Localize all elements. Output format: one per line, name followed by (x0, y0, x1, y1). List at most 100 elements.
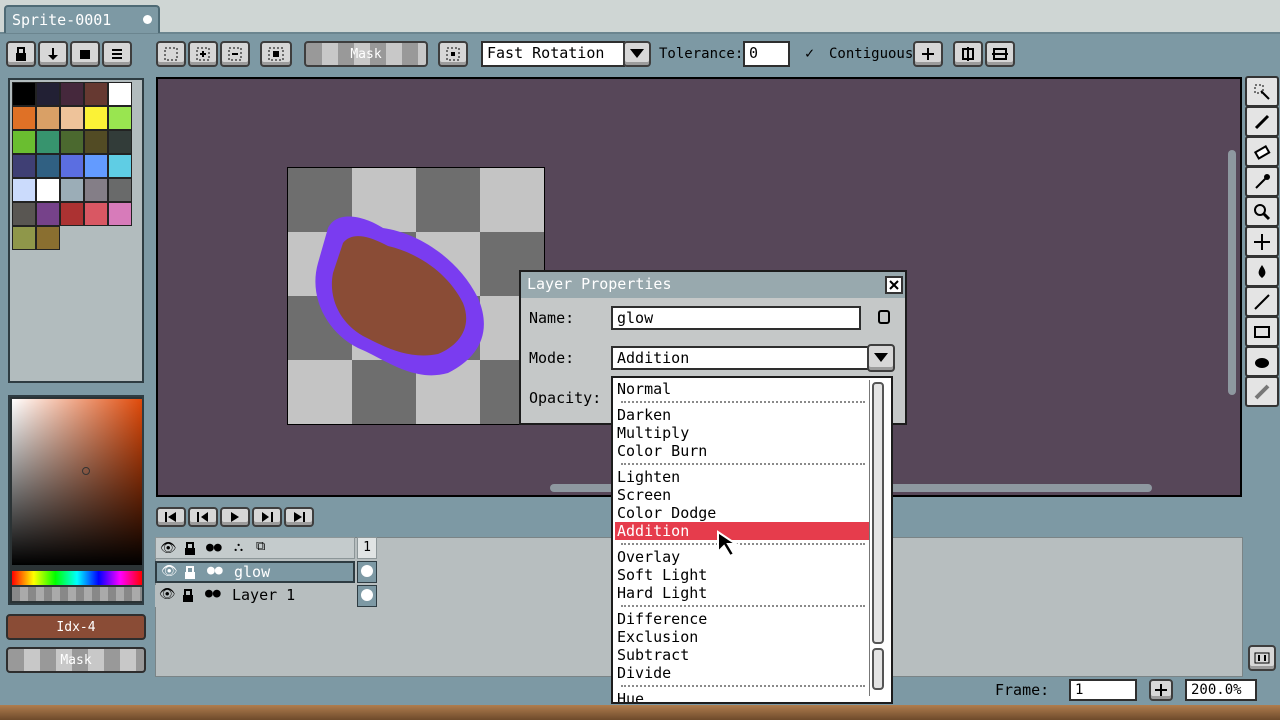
palette-swatch[interactable] (84, 178, 108, 202)
layer-row-layer-1[interactable]: 👁 ●● Layer 1 (155, 585, 355, 607)
tool-zoom[interactable] (1245, 196, 1279, 227)
palette-swatch[interactable] (36, 178, 60, 202)
palette-swatch[interactable] (108, 106, 132, 130)
lock-icon[interactable] (182, 589, 194, 603)
sprite-button[interactable] (70, 41, 100, 67)
layer-group-icon[interactable]: ⛬ (234, 540, 243, 555)
blend-mode-select[interactable]: Addition (611, 346, 869, 370)
blend-mode-option[interactable]: Normal (615, 380, 869, 398)
palette-swatch[interactable] (108, 82, 132, 106)
symmetry-vertical-button[interactable] (953, 41, 983, 67)
new-layer-icon[interactable]: ⧉ (256, 539, 265, 554)
palette-swatch[interactable] (36, 154, 60, 178)
palette-swatch[interactable] (60, 154, 84, 178)
palette-swatch[interactable] (84, 82, 108, 106)
dialog-close-button[interactable] (885, 276, 903, 294)
zoom-input[interactable]: 200.0% (1185, 679, 1257, 701)
previous-frame-button[interactable] (188, 507, 218, 527)
visibility-eye-icon[interactable]: 👁 (159, 587, 176, 602)
layer-row-glow[interactable]: 👁 ●● glow (155, 561, 355, 583)
blend-mode-option[interactable]: Color Burn (615, 442, 869, 460)
blend-mode-option[interactable]: Multiply (615, 424, 869, 442)
first-frame-button[interactable] (156, 507, 186, 527)
palette-swatch[interactable] (36, 106, 60, 130)
lock-icon[interactable] (184, 542, 196, 556)
tool-move[interactable] (1245, 226, 1279, 257)
blend-mode-option[interactable]: Divide (615, 664, 869, 682)
dropdown-scrollbar-track[interactable] (869, 380, 887, 696)
replace-selection-button[interactable] (156, 41, 186, 67)
tolerance-input[interactable]: 0 (743, 41, 790, 67)
palette-swatch[interactable] (84, 130, 108, 154)
palette-swatch[interactable] (12, 226, 36, 250)
blend-mode-option[interactable]: Difference (615, 610, 869, 628)
palette-swatch[interactable] (12, 154, 36, 178)
next-frame-button[interactable] (252, 507, 282, 527)
add-frame-button[interactable] (1149, 679, 1173, 701)
blend-mode-option[interactable]: Soft Light (615, 566, 869, 584)
continuous-icon[interactable]: ●● (207, 563, 223, 578)
intersect-selection-button[interactable] (260, 41, 292, 67)
eye-icon[interactable]: 👁 (160, 541, 177, 556)
sprite-canvas[interactable] (287, 167, 545, 425)
checkmark-icon[interactable]: ✓ (805, 44, 814, 62)
palette-swatch[interactable] (108, 130, 132, 154)
zoom-1to1-button[interactable] (1248, 645, 1276, 671)
blend-mode-option[interactable]: Exclusion (615, 628, 869, 646)
palette-swatch[interactable] (84, 154, 108, 178)
blend-mode-option[interactable]: Hue (615, 690, 869, 702)
blend-mode-option[interactable]: Darken (615, 406, 869, 424)
palette-swatch[interactable] (36, 226, 60, 250)
palette-swatch[interactable] (60, 82, 84, 106)
rotation-algorithm-select[interactable]: Fast Rotation (481, 41, 625, 67)
tool-eraser[interactable] (1245, 136, 1279, 167)
user-data-icon[interactable] (878, 310, 890, 324)
palette-swatch[interactable] (12, 82, 36, 106)
alpha-slider[interactable] (12, 587, 142, 601)
rotation-dropdown-button[interactable] (623, 41, 651, 67)
tab-sprite[interactable]: Sprite-0001 (4, 5, 160, 33)
palette-swatch[interactable] (12, 130, 36, 154)
menu-button[interactable] (102, 41, 132, 67)
palette-swatch[interactable] (84, 106, 108, 130)
mask-button[interactable]: Mask (304, 41, 428, 67)
tool-blur[interactable] (1245, 376, 1279, 407)
color-saturation-area[interactable] (12, 399, 142, 565)
tool-eyedropper[interactable] (1245, 166, 1279, 197)
continuous-icon[interactable]: ●● (206, 540, 222, 555)
blend-mode-option[interactable]: Hard Light (615, 584, 869, 602)
frame-number-header[interactable]: 1 (357, 537, 377, 559)
add-selection-button[interactable] (188, 41, 218, 67)
palette-swatch[interactable] (84, 202, 108, 226)
dialog-titlebar[interactable]: Layer Properties (521, 272, 905, 298)
download-button[interactable] (38, 41, 68, 67)
tool-rectangle[interactable] (1245, 316, 1279, 347)
pivot-button[interactable] (438, 41, 468, 67)
palette-swatch[interactable] (60, 202, 84, 226)
palette-swatch[interactable] (36, 202, 60, 226)
play-button[interactable] (220, 507, 250, 527)
tool-contour[interactable] (1245, 346, 1279, 377)
last-frame-button[interactable] (284, 507, 314, 527)
background-color-button[interactable]: Mask (6, 647, 146, 673)
palette-swatch[interactable] (36, 130, 60, 154)
palette-swatch[interactable] (12, 178, 36, 202)
frame-input[interactable]: 1 (1069, 679, 1137, 701)
tool-marquee[interactable] (1245, 76, 1279, 107)
blend-mode-option[interactable]: Subtract (615, 646, 869, 664)
palette-swatch[interactable] (36, 82, 60, 106)
palette-swatch[interactable] (108, 202, 132, 226)
palette-swatch[interactable] (12, 106, 36, 130)
palette-swatch[interactable] (60, 130, 84, 154)
subtract-selection-button[interactable] (220, 41, 250, 67)
options-button[interactable] (913, 41, 943, 67)
symmetry-horizontal-button[interactable] (985, 41, 1015, 67)
lock-button[interactable] (6, 41, 36, 67)
blend-mode-option[interactable]: Screen (615, 486, 869, 504)
palette-swatch[interactable] (60, 106, 84, 130)
palette-swatch[interactable] (108, 154, 132, 178)
blend-mode-option[interactable]: Lighten (615, 468, 869, 486)
dropdown-scrollbar-lower[interactable] (872, 648, 884, 690)
palette-swatch[interactable] (12, 202, 36, 226)
blend-mode-option[interactable]: Color Dodge (615, 504, 869, 522)
